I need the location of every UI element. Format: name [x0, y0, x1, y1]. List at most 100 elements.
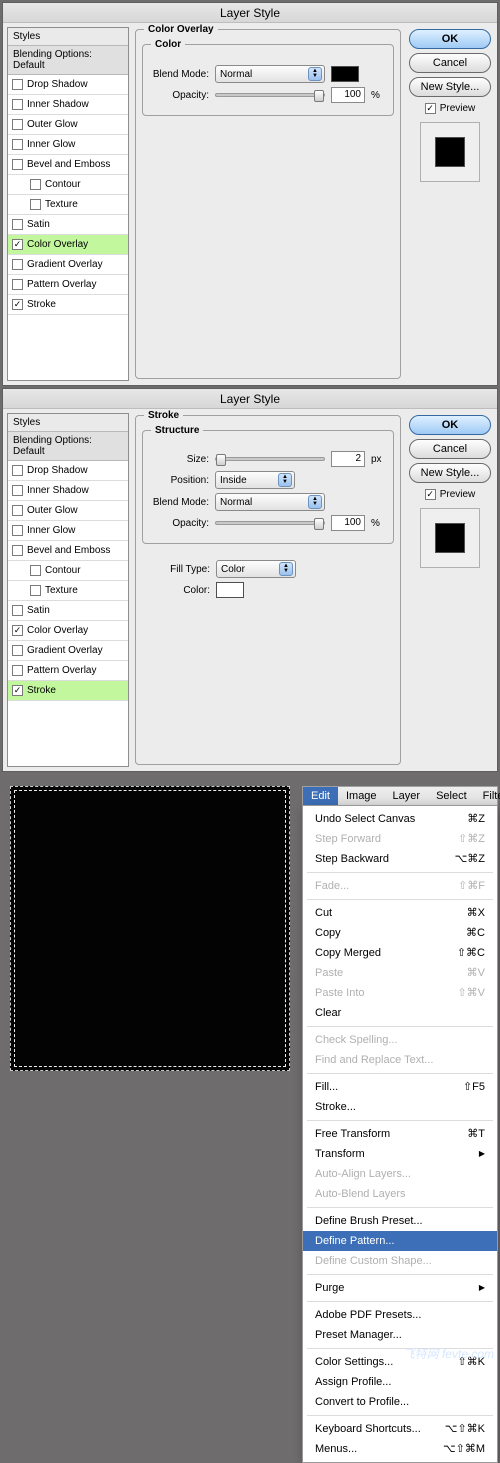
style-item-contour[interactable]: Contour — [8, 175, 128, 195]
menu-item-step-backward[interactable]: Step Backward⌥⌘Z — [303, 849, 497, 869]
checkbox-icon[interactable] — [12, 525, 23, 536]
menu-item-color-settings[interactable]: Color Settings...⇧⌘K — [303, 1352, 497, 1372]
style-item-outer-glow[interactable]: Outer Glow — [8, 115, 128, 135]
checkbox-icon[interactable] — [12, 645, 23, 656]
color-swatch[interactable] — [331, 66, 359, 82]
style-item-color-overlay[interactable]: ✓Color Overlay — [8, 235, 128, 255]
new-style-button[interactable]: New Style... — [409, 463, 491, 483]
style-item-texture[interactable]: Texture — [8, 195, 128, 215]
checkbox-icon[interactable] — [12, 465, 23, 476]
checkbox-icon[interactable] — [12, 99, 23, 110]
checkbox-icon[interactable]: ✓ — [12, 625, 23, 636]
style-item-satin[interactable]: Satin — [8, 601, 128, 621]
blend-mode-select[interactable]: Normal ▲▼ — [215, 493, 325, 511]
menu-item-stroke[interactable]: Stroke... — [303, 1097, 497, 1117]
style-item-bevel-and-emboss[interactable]: Bevel and Emboss — [8, 541, 128, 561]
checkbox-icon[interactable]: ✓ — [12, 239, 23, 250]
styles-header[interactable]: Styles — [8, 28, 128, 46]
menu-select[interactable]: Select — [428, 787, 475, 805]
menu-item-clear[interactable]: Clear — [303, 1003, 497, 1023]
document-canvas[interactable] — [10, 786, 290, 1071]
menu-item-assign-profile[interactable]: Assign Profile... — [303, 1372, 497, 1392]
menu-item-adobe-pdf-presets[interactable]: Adobe PDF Presets... — [303, 1305, 497, 1325]
style-item-drop-shadow[interactable]: Drop Shadow — [8, 75, 128, 95]
menu-item-transform[interactable]: Transform — [303, 1144, 497, 1164]
menu-item-undo-select-canvas[interactable]: Undo Select Canvas⌘Z — [303, 809, 497, 829]
checkbox-icon[interactable] — [12, 605, 23, 616]
preview-toggle[interactable]: ✓ Preview — [425, 103, 476, 114]
style-item-inner-shadow[interactable]: Inner Shadow — [8, 481, 128, 501]
menu-item-copy[interactable]: Copy⌘C — [303, 923, 497, 943]
opacity-input[interactable]: 100 — [331, 515, 365, 531]
checkbox-icon[interactable] — [30, 179, 41, 190]
styles-header[interactable]: Styles — [8, 414, 128, 432]
checkbox-icon[interactable] — [12, 119, 23, 130]
size-input[interactable]: 2 — [331, 451, 365, 467]
style-item-bevel-and-emboss[interactable]: Bevel and Emboss — [8, 155, 128, 175]
blending-options-header[interactable]: Blending Options: Default — [8, 432, 128, 461]
position-select[interactable]: Inside ▲▼ — [215, 471, 295, 489]
style-item-inner-glow[interactable]: Inner Glow — [8, 521, 128, 541]
style-item-contour[interactable]: Contour — [8, 561, 128, 581]
checkbox-icon[interactable] — [12, 485, 23, 496]
checkbox-icon[interactable] — [30, 199, 41, 210]
checkbox-icon[interactable] — [12, 665, 23, 676]
checkbox-icon[interactable] — [12, 545, 23, 556]
checkbox-icon[interactable] — [12, 505, 23, 516]
menu-item-cut[interactable]: Cut⌘X — [303, 903, 497, 923]
style-item-inner-shadow[interactable]: Inner Shadow — [8, 95, 128, 115]
fill-type-select[interactable]: Color ▲▼ — [216, 560, 296, 578]
menu-item-define-brush-preset[interactable]: Define Brush Preset... — [303, 1211, 497, 1231]
cancel-button[interactable]: Cancel — [409, 53, 491, 73]
menu-separator — [307, 1274, 493, 1275]
menu-item-free-transform[interactable]: Free Transform⌘T — [303, 1124, 497, 1144]
checkbox-icon[interactable] — [12, 279, 23, 290]
style-item-texture[interactable]: Texture — [8, 581, 128, 601]
stroke-color-swatch[interactable] — [216, 582, 244, 598]
menu-edit[interactable]: Edit — [303, 787, 338, 805]
checkbox-icon[interactable]: ✓ — [12, 685, 23, 696]
style-item-gradient-overlay[interactable]: Gradient Overlay — [8, 255, 128, 275]
checkbox-icon[interactable] — [12, 219, 23, 230]
menu-layer[interactable]: Layer — [385, 787, 429, 805]
blend-mode-select[interactable]: Normal ▲▼ — [215, 65, 325, 83]
checkbox-icon[interactable] — [12, 139, 23, 150]
ok-button[interactable]: OK — [409, 29, 491, 49]
menu-item-menus[interactable]: Menus...⌥⇧⌘M — [303, 1439, 497, 1459]
checkbox-icon[interactable] — [12, 159, 23, 170]
new-style-button[interactable]: New Style... — [409, 77, 491, 97]
checkbox-icon[interactable] — [12, 259, 23, 270]
blending-options-header[interactable]: Blending Options: Default — [8, 46, 128, 75]
style-item-drop-shadow[interactable]: Drop Shadow — [8, 461, 128, 481]
menu-item-convert-to-profile[interactable]: Convert to Profile... — [303, 1392, 497, 1412]
checkbox-icon[interactable] — [12, 79, 23, 90]
opacity-slider[interactable] — [215, 93, 325, 97]
style-item-pattern-overlay[interactable]: Pattern Overlay — [8, 661, 128, 681]
preview-toggle[interactable]: ✓ Preview — [425, 489, 476, 500]
preview-box — [420, 508, 480, 568]
cancel-button[interactable]: Cancel — [409, 439, 491, 459]
menu-filte[interactable]: Filte — [475, 787, 500, 805]
style-item-gradient-overlay[interactable]: Gradient Overlay — [8, 641, 128, 661]
opacity-slider[interactable] — [215, 521, 325, 525]
checkbox-icon[interactable] — [30, 565, 41, 576]
menu-item-fill[interactable]: Fill...⇧F5 — [303, 1077, 497, 1097]
style-item-stroke[interactable]: ✓Stroke — [8, 681, 128, 701]
menu-item-define-pattern[interactable]: Define Pattern... — [303, 1231, 497, 1251]
style-item-satin[interactable]: Satin — [8, 215, 128, 235]
style-item-pattern-overlay[interactable]: Pattern Overlay — [8, 275, 128, 295]
menu-item-keyboard-shortcuts[interactable]: Keyboard Shortcuts...⌥⇧⌘K — [303, 1419, 497, 1439]
menu-item-purge[interactable]: Purge — [303, 1278, 497, 1298]
checkbox-icon[interactable]: ✓ — [12, 299, 23, 310]
opacity-input[interactable]: 100 — [331, 87, 365, 103]
menu-item-preset-manager[interactable]: Preset Manager... — [303, 1325, 497, 1345]
menu-item-copy-merged[interactable]: Copy Merged⇧⌘C — [303, 943, 497, 963]
style-item-inner-glow[interactable]: Inner Glow — [8, 135, 128, 155]
ok-button[interactable]: OK — [409, 415, 491, 435]
menu-image[interactable]: Image — [338, 787, 385, 805]
checkbox-icon[interactable] — [30, 585, 41, 596]
style-item-stroke[interactable]: ✓Stroke — [8, 295, 128, 315]
style-item-color-overlay[interactable]: ✓Color Overlay — [8, 621, 128, 641]
size-slider[interactable] — [215, 457, 325, 461]
style-item-outer-glow[interactable]: Outer Glow — [8, 501, 128, 521]
